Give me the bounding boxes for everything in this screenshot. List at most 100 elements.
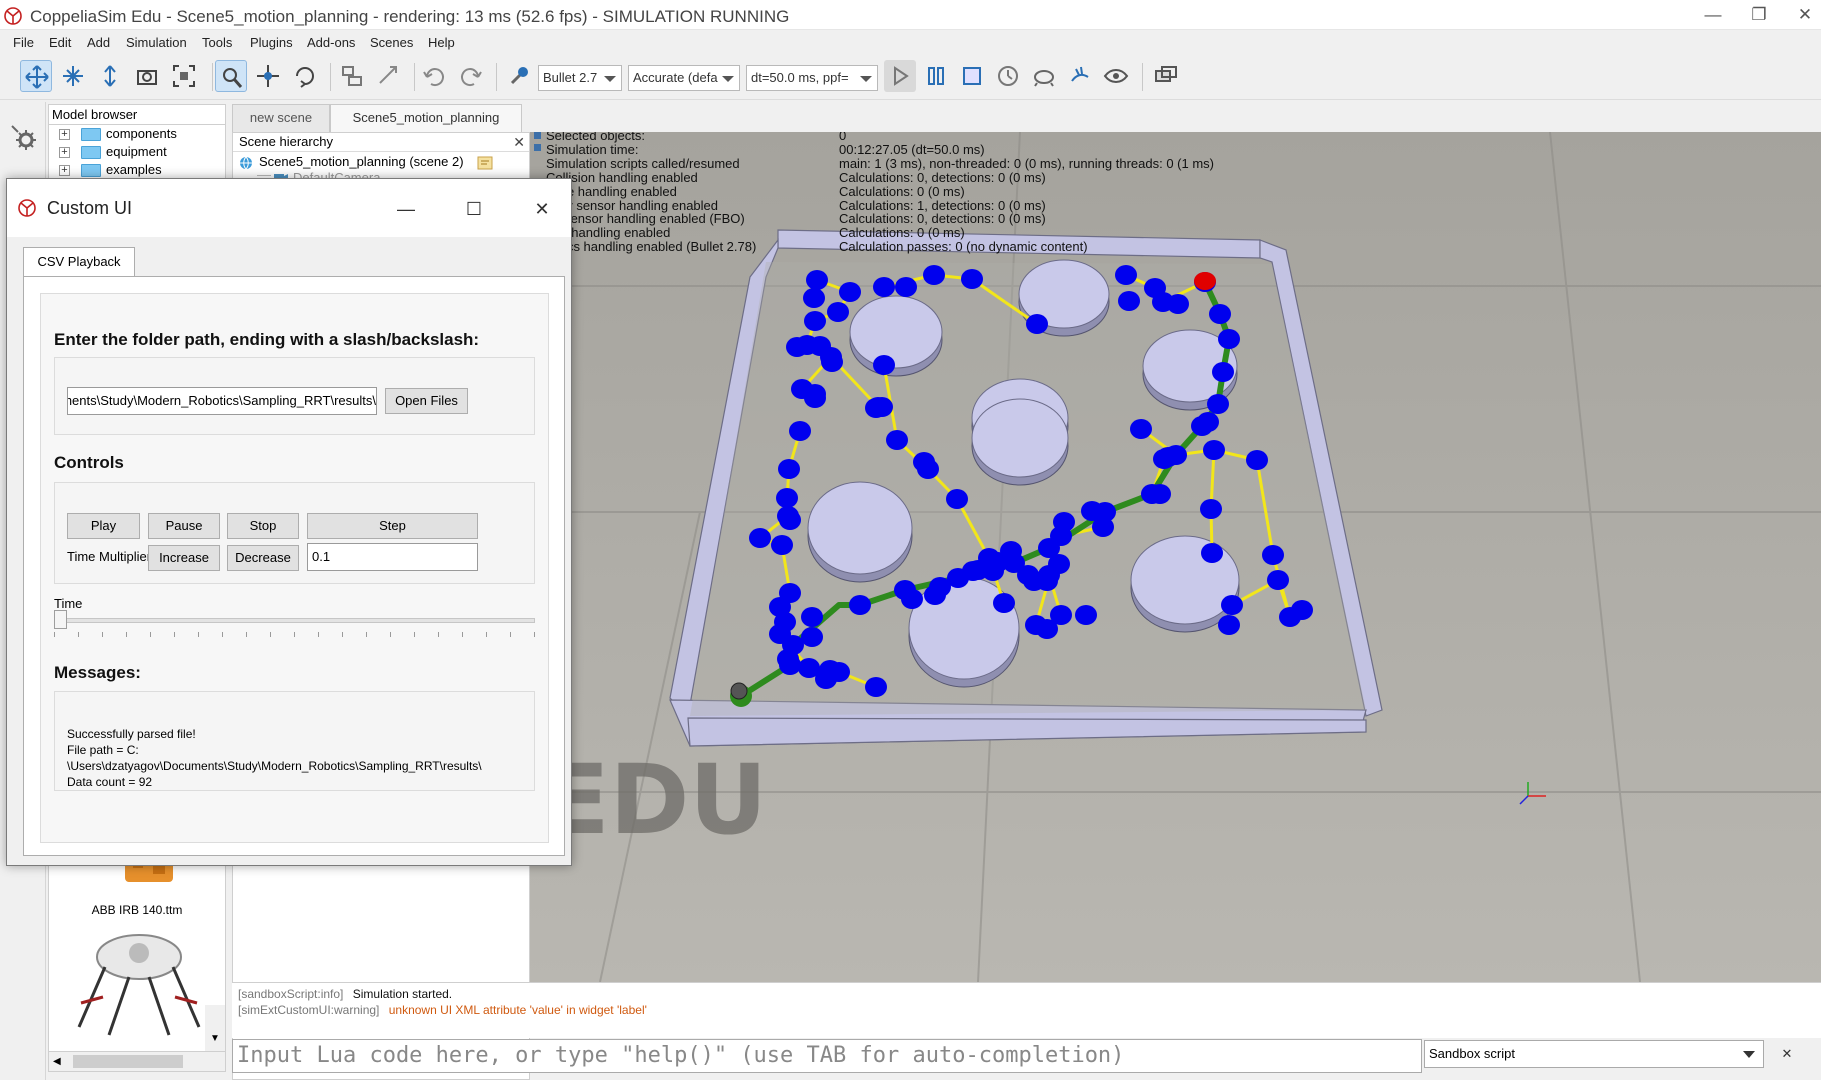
click-select-button[interactable]: [215, 60, 247, 92]
script-icon[interactable]: [477, 156, 493, 170]
close-icon[interactable]: ✕: [513, 134, 525, 151]
lua-command-input[interactable]: Input Lua code here, or type "help()" (u…: [232, 1039, 1422, 1073]
tab-new-scene[interactable]: new scene: [232, 104, 330, 132]
info-value: Calculations: 0, detections: 0 (0 ms): [839, 169, 1046, 185]
obstacle-top: [849, 295, 943, 369]
menu-help[interactable]: Help: [428, 35, 455, 50]
tree-node: [1209, 304, 1231, 324]
physics-engine-select[interactable]: Bullet 2.7: [538, 65, 622, 91]
info-value: main: 1 (3 ms), non-threaded: 0 (0 ms), …: [839, 155, 1214, 171]
tree-node: [1218, 615, 1240, 635]
edu-watermark: EDU: [544, 744, 768, 856]
model-folder-components[interactable]: + components: [49, 125, 225, 143]
delta-robot-thumbnail-icon[interactable]: [69, 927, 209, 1039]
scroll-down-icon[interactable]: ▼: [210, 1033, 220, 1044]
dynamics-toggle-button[interactable]: [503, 60, 535, 92]
timestep-value: dt=50.0 ms, ppf=: [751, 70, 849, 85]
dialog-close-button[interactable]: ✕: [519, 189, 565, 229]
scene-viewport[interactable]: EDU Selected objects: 0 Simulation time: 00…: [530, 132, 1821, 982]
camera-rotate-button[interactable]: [57, 60, 89, 92]
realtime-button[interactable]: [992, 60, 1024, 92]
menu-simulation[interactable]: Simulation: [126, 35, 187, 50]
settings-gear-icon[interactable]: [10, 124, 38, 152]
slider-tick: [534, 632, 535, 637]
menu-scenes[interactable]: Scenes: [370, 35, 413, 50]
robot-icon: [730, 682, 748, 700]
menu-add[interactable]: Add: [87, 35, 110, 50]
model-folder-label: examples: [106, 162, 162, 177]
model-folder-examples[interactable]: + examples: [49, 161, 225, 179]
slow-down-button[interactable]: [1028, 60, 1060, 92]
stop-button[interactable]: Stop: [227, 513, 299, 539]
slider-tick: [150, 632, 151, 637]
decrease-button[interactable]: Decrease: [227, 545, 299, 571]
transfer-dna-button[interactable]: [373, 60, 405, 92]
visualization-toggle-button[interactable]: [1100, 60, 1132, 92]
camera-pan-button[interactable]: [20, 60, 52, 92]
object-rotate-button[interactable]: [289, 60, 321, 92]
pause-simulation-button[interactable]: [920, 60, 952, 92]
dialog-minimize-button[interactable]: —: [383, 189, 429, 229]
tree-node: [873, 355, 895, 375]
menu-tools[interactable]: Tools: [202, 35, 232, 50]
model-folder-equipment[interactable]: + equipment: [49, 143, 225, 161]
custom-ui-dialog: Custom UI — ☐ ✕ CSV Playback Enter the f…: [6, 178, 572, 866]
tree-node: [806, 270, 828, 290]
assemble-button[interactable]: [336, 60, 368, 92]
increase-button[interactable]: Increase: [148, 545, 220, 571]
close-icon[interactable]: ✕: [1776, 1043, 1798, 1065]
start-simulation-button[interactable]: [884, 60, 916, 92]
fit-to-view-button[interactable]: [168, 60, 200, 92]
time-multiplier-input[interactable]: 0.1: [307, 543, 478, 571]
tab-scene5-motion-planning[interactable]: Scene5_motion_planning: [330, 104, 522, 132]
menu-addons[interactable]: Add-ons: [307, 35, 355, 50]
time-slider-thumb[interactable]: [54, 610, 67, 629]
step-button[interactable]: Step: [307, 513, 478, 539]
menu-plugins[interactable]: Plugins: [250, 35, 293, 50]
folder-prompt-heading: Enter the folder path, ending with a sla…: [54, 330, 480, 349]
scene-tabs: new scene Scene5_motion_planning: [230, 102, 532, 132]
redo-button[interactable]: [455, 60, 487, 92]
scroll-left-icon[interactable]: ◀: [53, 1056, 61, 1067]
model-browser-scrollbar[interactable]: ◀: [49, 1051, 225, 1071]
engine-accuracy-select[interactable]: Accurate (defa: [628, 65, 740, 91]
layers-button[interactable]: [1150, 60, 1182, 92]
main-toolbar: Bullet 2.7 Accurate (defa dt=50.0 ms, pp…: [0, 56, 1821, 100]
tree-node: [865, 677, 887, 697]
dialog-maximize-button[interactable]: ☐: [451, 189, 497, 229]
play-button[interactable]: Play: [67, 513, 140, 539]
tree-node: [801, 607, 823, 627]
csv-playback-pane: Enter the folder path, ending with a sla…: [23, 276, 565, 856]
scroll-thumb[interactable]: [73, 1055, 183, 1068]
tab-csv-playback[interactable]: CSV Playback: [23, 247, 135, 277]
expand-icon[interactable]: +: [59, 129, 70, 140]
fit-view-icon: [173, 65, 195, 87]
minimize-button[interactable]: —: [1690, 0, 1736, 30]
expand-icon[interactable]: +: [59, 165, 70, 176]
timestep-select[interactable]: dt=50.0 ms, ppf=: [746, 65, 878, 91]
undo-button[interactable]: [418, 60, 450, 92]
open-files-button[interactable]: Open Files: [385, 388, 468, 414]
folder-path-input[interactable]: \Documents\Study\Modern_Robotics\Samplin…: [67, 387, 377, 415]
close-button[interactable]: ✕: [1782, 0, 1821, 30]
stop-icon: [963, 67, 981, 85]
info-value: Calculations: 0 (0 ms): [839, 225, 965, 241]
layers-icon: [1155, 66, 1177, 82]
stop-simulation-button[interactable]: [956, 60, 988, 92]
maximize-button[interactable]: ❐: [1736, 0, 1782, 30]
object-shift-button[interactable]: [252, 60, 284, 92]
coppeliasim-logo-icon: [4, 7, 22, 25]
info-label: Simulation scripts called/resumed: [546, 155, 740, 171]
menu-edit[interactable]: Edit: [49, 35, 71, 50]
speed-up-button[interactable]: [1064, 60, 1096, 92]
tree-node: [993, 593, 1015, 613]
pause-button[interactable]: Pause: [148, 513, 220, 539]
camera-angle-button[interactable]: [131, 60, 163, 92]
model-browser-vscrollbar[interactable]: ▼: [205, 1005, 225, 1051]
script-selector[interactable]: Sandbox script: [1424, 1040, 1764, 1068]
tree-node: [1221, 595, 1243, 615]
time-slider-track[interactable]: [54, 618, 535, 623]
menu-file[interactable]: File: [13, 35, 34, 50]
expand-icon[interactable]: +: [59, 147, 70, 158]
camera-shift-button[interactable]: [94, 60, 126, 92]
